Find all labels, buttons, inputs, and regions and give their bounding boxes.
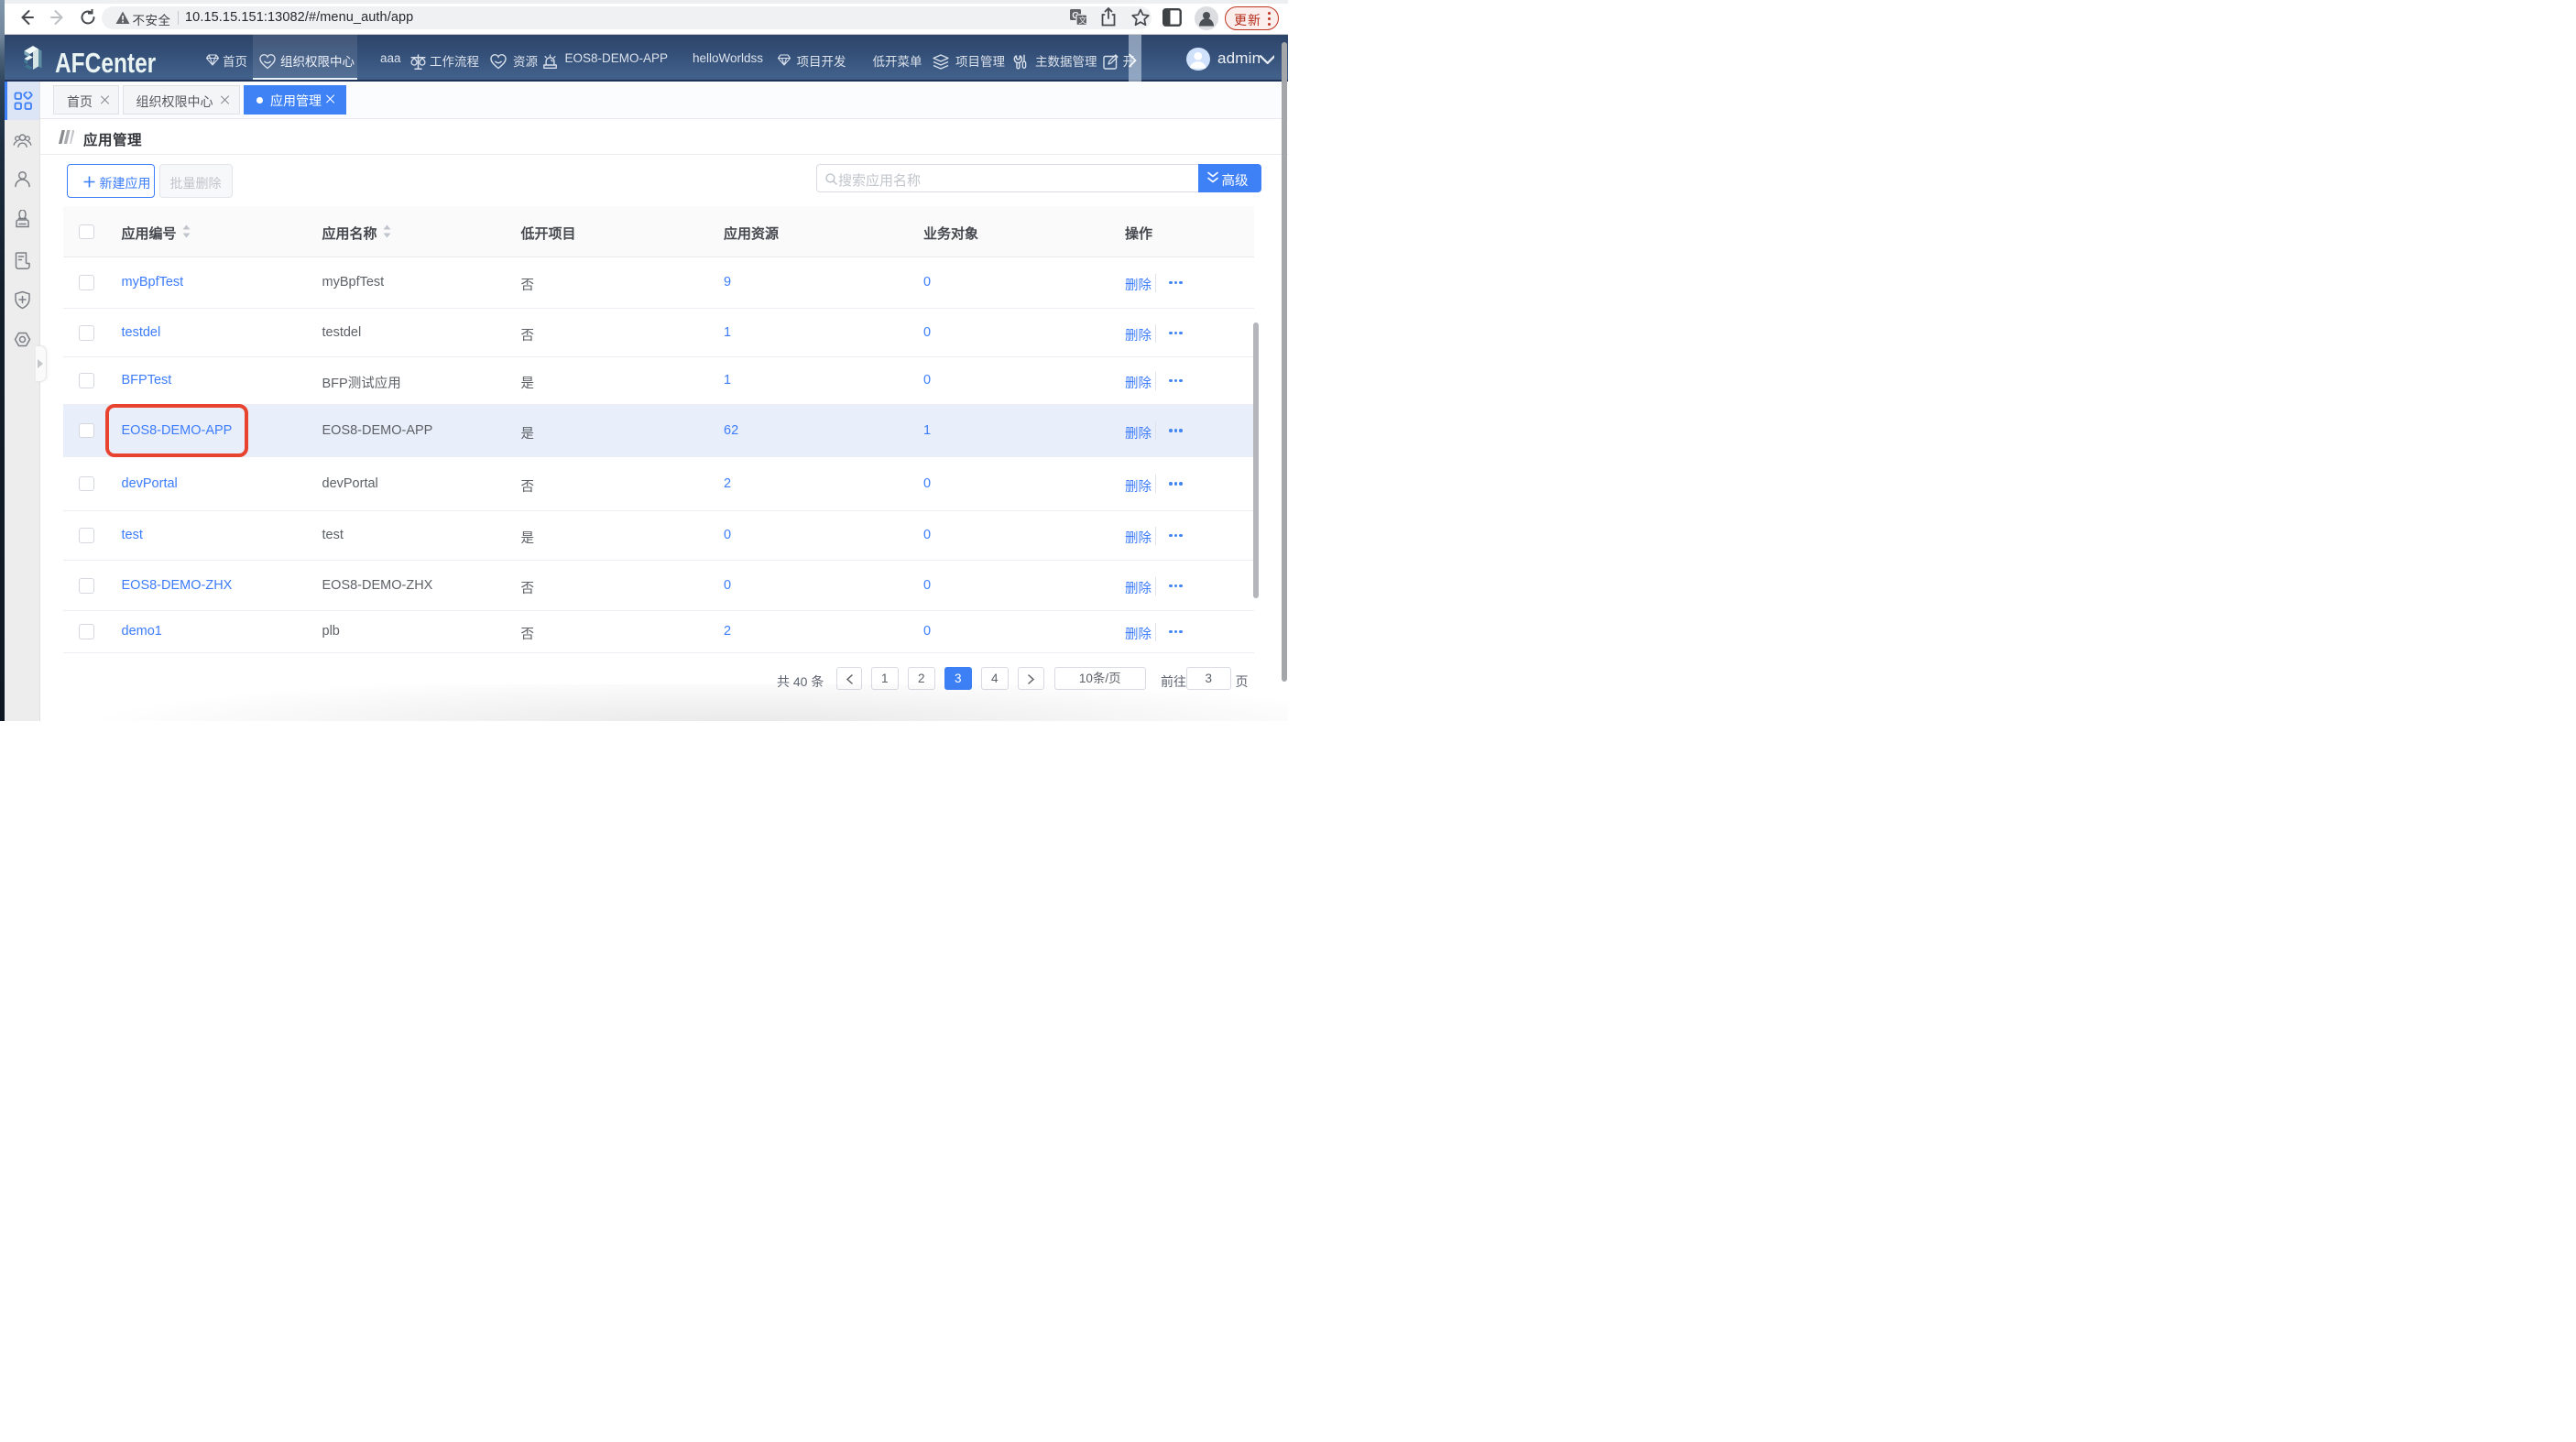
svg-text:文: 文: [1078, 16, 1086, 26]
